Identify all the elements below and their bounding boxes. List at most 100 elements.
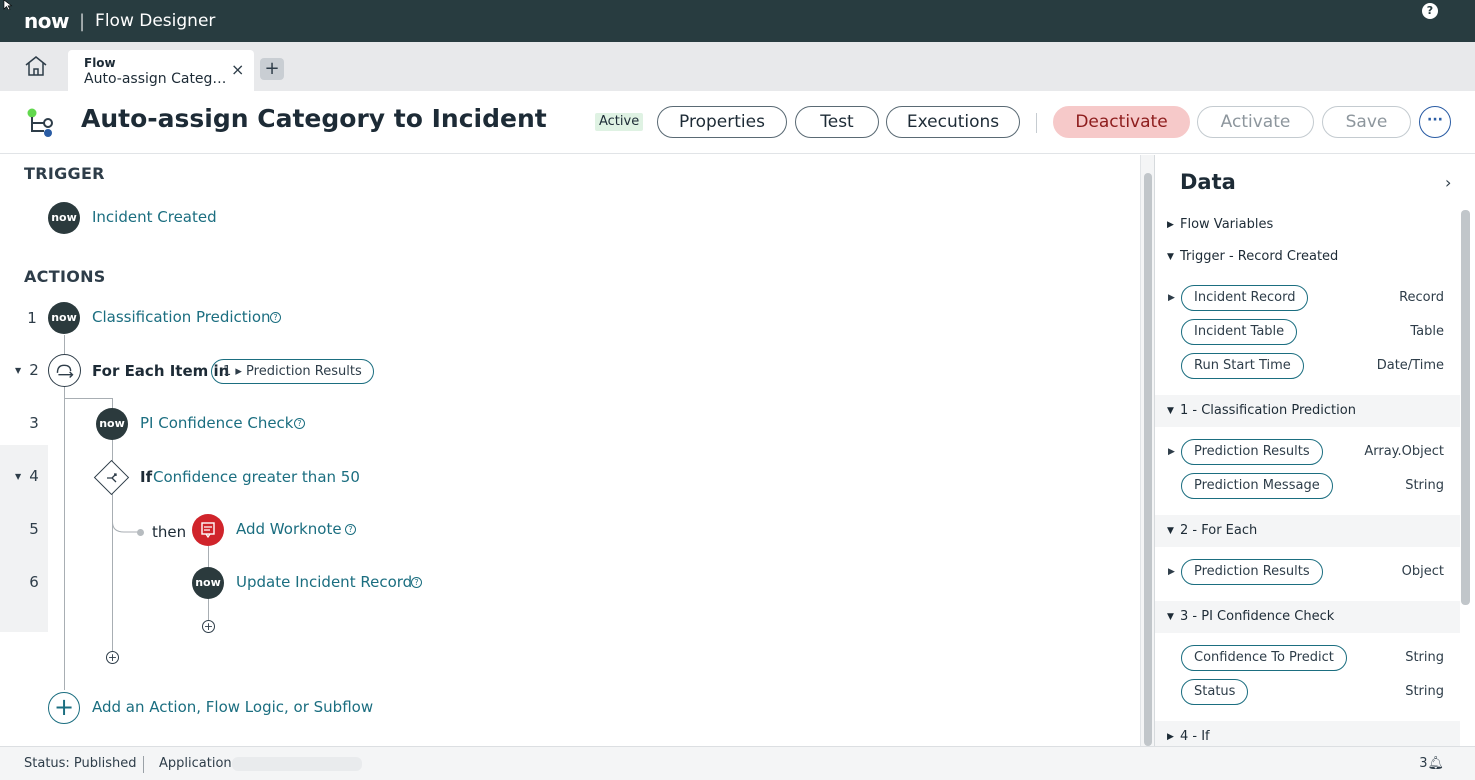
now-badge-icon: now — [48, 302, 80, 334]
connector-dot — [137, 529, 144, 536]
group-for-each[interactable]: ▼ 2 - For Each — [1155, 515, 1460, 547]
canvas-scrollbar[interactable] — [1140, 155, 1154, 746]
brand[interactable]: now | Flow Designer — [24, 9, 215, 33]
executions-button[interactable]: Executions — [886, 106, 1020, 138]
data-type: Object — [1401, 564, 1444, 579]
test-button[interactable]: Test — [795, 106, 879, 138]
group-if[interactable]: ▶ 4 - If — [1155, 721, 1460, 746]
data-pill-prediction-results[interactable]: Prediction Results — [1181, 559, 1323, 585]
page-title: Auto-assign Category to Incident — [81, 104, 547, 133]
branch-icon — [107, 473, 117, 483]
expand-triangle-icon[interactable]: ▶ — [1168, 447, 1175, 457]
group-label: 4 - If — [1180, 729, 1210, 744]
help-circle-icon[interactable]: ? — [294, 418, 305, 429]
help-circle-icon[interactable]: ? — [345, 524, 356, 535]
data-type: Array.Object — [1364, 444, 1444, 459]
group-pi-confidence-check[interactable]: ▼ 3 - PI Confidence Check — [1155, 601, 1460, 633]
collapse-triangle-icon: ▼ — [1167, 252, 1174, 262]
now-badge-icon: now — [48, 202, 80, 234]
tab-flow[interactable]: Flow Auto-assign Categ… × — [68, 50, 254, 91]
group-label: 3 - PI Confidence Check — [1180, 609, 1335, 624]
data-pill-incident-table[interactable]: Incident Table — [1181, 319, 1298, 345]
step-add-worknote[interactable]: Add Worknote — [236, 520, 342, 538]
scrollbar-thumb[interactable] — [1144, 173, 1152, 746]
actions-section-label: ACTIONS — [24, 267, 106, 286]
more-options-button[interactable]: ··· — [1419, 106, 1451, 138]
step-update-incident-record[interactable]: Update Incident Record — [236, 573, 412, 591]
tab-name: Auto-assign Categ… — [84, 71, 227, 87]
step-classification-prediction[interactable]: Classification Prediction — [92, 308, 271, 326]
step-number: 5 — [29, 520, 39, 538]
collapse-caret-icon[interactable]: ▼ — [15, 472, 21, 481]
brand-separator: | — [78, 10, 86, 32]
deactivate-button[interactable]: Deactivate — [1053, 106, 1190, 138]
step-if-condition[interactable]: Confidence greater than 50 — [153, 468, 360, 486]
data-pill-prediction-results[interactable]: Prediction Results — [1181, 439, 1323, 465]
data-pill-confidence-to-predict[interactable]: Confidence To Predict — [1181, 645, 1347, 671]
group-classification-prediction[interactable]: ▼ 1 - Classification Prediction — [1155, 395, 1460, 427]
group-flow-variables[interactable]: ▶ Flow Variables — [1155, 209, 1460, 241]
close-tab-icon[interactable]: × — [231, 60, 244, 79]
expand-triangle-icon[interactable]: ▶ — [1168, 567, 1175, 577]
help-circle-icon[interactable]: ? — [270, 312, 281, 323]
group-label: Trigger - Record Created — [1180, 249, 1339, 264]
data-pill-status[interactable]: Status — [1181, 679, 1249, 705]
tab-bar: Flow Auto-assign Categ… × + — [0, 42, 1475, 91]
flow-status: Status: Published — [24, 756, 137, 771]
collapse-caret-icon[interactable]: ▼ — [15, 366, 21, 375]
add-step-plus-icon[interactable]: + — [202, 620, 215, 633]
group-label: Flow Variables — [1180, 217, 1274, 232]
home-icon[interactable] — [24, 55, 48, 77]
collapse-triangle-icon: ▼ — [1167, 612, 1174, 622]
servicenow-logo: now — [24, 9, 69, 33]
app-title: Flow Designer — [95, 11, 216, 31]
help-icon[interactable]: ? — [1422, 3, 1438, 19]
data-type: Table — [1410, 324, 1444, 339]
activate-button[interactable]: Activate — [1197, 106, 1314, 138]
connector-line — [64, 398, 112, 399]
data-type: String — [1405, 478, 1444, 493]
data-panel-scrollbar[interactable] — [1461, 210, 1470, 605]
connector-line — [64, 335, 65, 690]
application-value-redacted — [232, 757, 362, 771]
properties-button[interactable]: Properties — [657, 106, 787, 138]
tab-type: Flow — [84, 56, 116, 70]
expand-triangle-icon[interactable]: ▶ — [1168, 293, 1175, 303]
bell-icon: 🔔︎ — [1427, 756, 1444, 771]
expand-triangle-icon: ▶ — [1167, 220, 1174, 230]
status-badge: Active — [595, 113, 644, 131]
step-number: 3 — [29, 414, 39, 432]
step-pi-confidence-check[interactable]: PI Confidence Check — [140, 414, 294, 432]
data-pill-prediction-message[interactable]: Prediction Message — [1181, 473, 1333, 499]
group-label: 2 - For Each — [1180, 523, 1258, 538]
flow-canvas: TRIGGER now Incident Created ACTIONS 1 n… — [0, 155, 1140, 746]
now-badge-icon: now — [192, 567, 224, 599]
data-type: Record — [1399, 290, 1444, 305]
mouse-cursor-icon — [3, 0, 13, 10]
data-pill-run-start-time[interactable]: Run Start Time — [1181, 353, 1304, 379]
notifications[interactable]: 3🔔︎ — [1419, 756, 1444, 771]
save-button[interactable]: Save — [1322, 106, 1411, 138]
for-each-label: For Each Item in — [92, 362, 230, 380]
add-action-plus-icon[interactable]: + — [48, 692, 80, 724]
trigger-incident-created[interactable]: Incident Created — [92, 208, 217, 226]
now-badge-icon: now — [96, 408, 128, 440]
add-tab-button[interactable]: + — [260, 58, 284, 80]
add-action-link[interactable]: Add an Action, Flow Logic, or Subflow — [92, 698, 373, 716]
flow-header: Auto-assign Category to Incident Active … — [0, 91, 1475, 154]
data-type: String — [1405, 684, 1444, 699]
header-divider — [1036, 113, 1037, 133]
add-step-plus-icon[interactable]: + — [106, 651, 119, 664]
data-type: Date/Time — [1376, 358, 1444, 373]
step-number: 6 — [29, 573, 39, 591]
prediction-results-pill[interactable]: 1 ▸ Prediction Results — [211, 359, 374, 384]
chevron-right-icon[interactable]: › — [1445, 173, 1451, 192]
help-circle-icon[interactable]: ? — [411, 577, 422, 588]
data-panel: Data › ▶ Flow Variables ▼ Trigger - Record… — [1154, 155, 1475, 746]
if-label: If — [140, 468, 153, 486]
application-label: Application: — [159, 756, 237, 771]
for-each-loop-icon — [48, 354, 81, 387]
group-trigger[interactable]: ▼ Trigger - Record Created — [1155, 241, 1460, 273]
data-pill-incident-record[interactable]: Incident Record — [1181, 285, 1309, 311]
step-number: 1 — [27, 309, 37, 327]
